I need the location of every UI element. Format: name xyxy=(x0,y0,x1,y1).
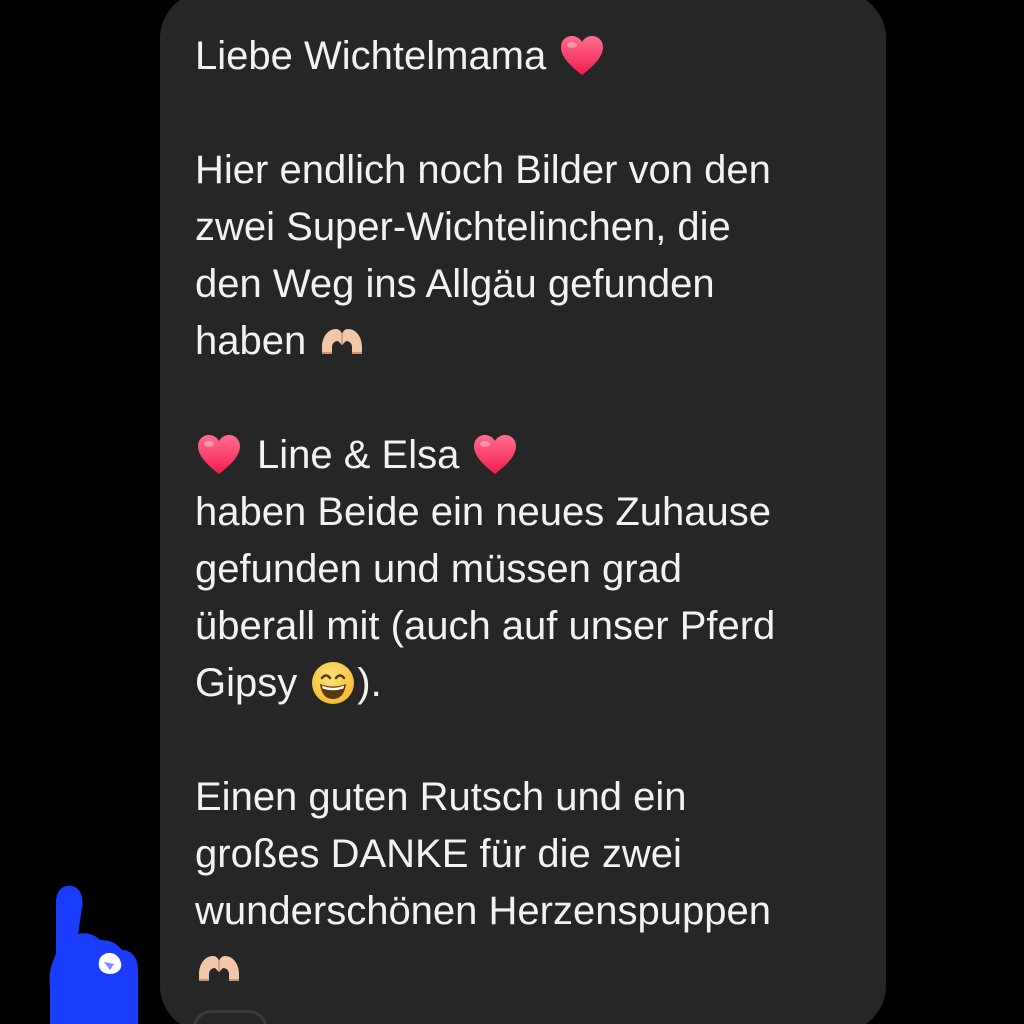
message-text: den Weg ins Allgäu gefunden xyxy=(195,262,715,306)
message-line: großes DANKE für die zwei xyxy=(195,826,682,882)
message-line: Gipsy ). xyxy=(195,655,382,711)
message-text: Line & Elsa xyxy=(257,433,460,477)
message-text: Einen guten Rutsch und ein xyxy=(195,775,687,819)
message-text: zwei Super-Wichtelinchen, die xyxy=(195,205,731,249)
message-text: haben Beide ein neues Zuhause xyxy=(195,490,772,534)
message-line: Einen guten Rutsch und ein xyxy=(195,769,686,825)
message-text: Gipsy xyxy=(195,661,298,705)
message-text: gefunden und müssen grad xyxy=(195,547,683,591)
red-heart-icon xyxy=(558,32,606,80)
message-text: wunderschönen Herzenspuppen xyxy=(195,889,771,933)
message-line: Hier endlich noch Bilder von den xyxy=(195,142,771,198)
message-text: Hier endlich noch Bilder von den xyxy=(195,148,771,192)
heart-hands-icon xyxy=(318,317,366,365)
red-heart-icon xyxy=(195,431,243,479)
avatar[interactable] xyxy=(38,878,148,1024)
message-line: haben Beide ein neues Zuhause xyxy=(195,484,771,540)
message-line xyxy=(195,940,243,996)
message-line: haben xyxy=(195,313,366,369)
reaction-ring[interactable] xyxy=(192,1010,268,1024)
red-heart-icon xyxy=(471,431,519,479)
message-text: überall mit (auch auf unser Pferd xyxy=(195,604,776,648)
message-line: gefunden und müssen grad xyxy=(195,541,682,597)
message-text: Liebe Wichtelmama xyxy=(195,34,547,78)
message-line: den Weg ins Allgäu gefunden xyxy=(195,256,715,312)
message-line: zwei Super-Wichtelinchen, die xyxy=(195,199,731,255)
heart-hands-icon xyxy=(195,944,243,992)
message-line: Line & Elsa xyxy=(195,427,519,483)
grinning-face-icon xyxy=(309,659,357,707)
message-text: großes DANKE für die zwei xyxy=(195,832,682,876)
message-line: wunderschönen Herzenspuppen xyxy=(195,883,771,939)
message-line: überall mit (auch auf unser Pferd xyxy=(195,598,775,654)
message-text: haben xyxy=(195,319,307,363)
message-line: Liebe Wichtelmama xyxy=(195,28,606,84)
message-text: ). xyxy=(357,661,382,705)
